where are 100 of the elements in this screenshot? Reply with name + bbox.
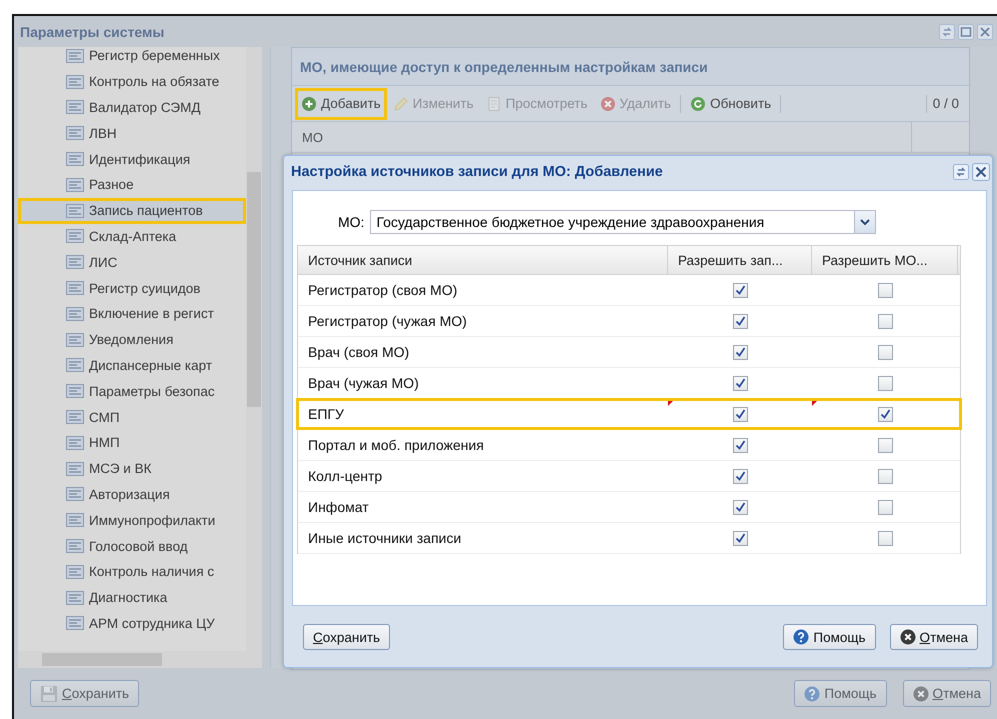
tree-item[interactable]: Включение в регист <box>18 300 246 327</box>
close-icon[interactable] <box>972 162 990 180</box>
tree-item[interactable]: Уведомления <box>18 326 246 353</box>
list-icon <box>66 383 84 400</box>
list-icon <box>66 538 84 554</box>
table-cell-text: ЕПГУ <box>307 405 345 424</box>
tree-item[interactable]: Диспансерные карт <box>18 352 246 378</box>
table-cell-text: Врач (чужая МО) <box>307 374 420 393</box>
horizontal-scrollbar[interactable] <box>18 651 262 668</box>
add-button[interactable]: Добавить <box>298 90 384 116</box>
list-icon <box>66 176 84 193</box>
tree-item[interactable]: Иммунопрофилакти <box>18 507 246 534</box>
tree-item[interactable]: Контроль наличия с <box>18 558 246 585</box>
mo-dropdown[interactable]: Государственное бюджетное учреждение здравоохранения <box>370 210 876 234</box>
tree-item[interactable]: МСЭ и ВК <box>18 456 246 482</box>
checkbox[interactable] <box>878 314 892 328</box>
document-icon <box>486 96 502 112</box>
table-cell-text: Регистратор (чужая МО) <box>307 312 468 331</box>
list-icon <box>66 615 84 632</box>
table-cell-text: Портал и моб. приложения <box>307 436 485 455</box>
swap-icon[interactable] <box>939 24 955 40</box>
list-icon <box>66 48 84 64</box>
checkbox[interactable] <box>732 344 748 360</box>
checkbox[interactable] <box>878 500 892 514</box>
tree-item[interactable]: Валидатор СЭМД <box>18 94 246 120</box>
tree-item[interactable]: НМП <box>18 430 246 456</box>
maximize-icon[interactable] <box>958 24 974 40</box>
refresh-icon <box>690 96 706 112</box>
list-icon <box>66 434 84 451</box>
tree-item[interactable]: СМП <box>18 404 246 430</box>
list-icon <box>66 99 84 116</box>
checkbox[interactable] <box>732 530 748 546</box>
list-icon <box>66 460 84 477</box>
list-icon <box>66 74 84 90</box>
tree-item[interactable]: Параметры безопас <box>18 378 246 404</box>
tree-item[interactable]: Контроль на обязате <box>18 68 246 95</box>
add-icon <box>301 96 317 112</box>
list-icon <box>66 280 84 296</box>
tree-item[interactable]: Разное <box>18 172 246 198</box>
table-cell-text: Врач (своя МО) <box>307 343 410 362</box>
checkbox[interactable] <box>878 376 892 390</box>
cancel-button[interactable]: Отмена <box>902 680 991 707</box>
tree-item[interactable]: АРМ сотрудника ЦУ <box>18 610 246 636</box>
checkbox[interactable] <box>732 314 748 328</box>
tree-item[interactable]: Склад-Аптека <box>18 224 246 250</box>
list-icon <box>66 125 84 142</box>
refresh-button[interactable]: Обновить <box>687 90 774 116</box>
list-icon <box>66 332 84 348</box>
table-cell-text: Иные источники записи <box>307 529 462 548</box>
pencil-icon <box>392 96 409 112</box>
cancel-icon <box>912 686 929 702</box>
list-icon <box>66 564 84 580</box>
tree-item[interactable]: Регистр суицидов <box>18 275 246 301</box>
dialog-title: Настройка источников записи для МО: Добавление <box>291 164 664 180</box>
checkbox[interactable] <box>732 406 748 422</box>
save-button[interactable]: Сохранить <box>303 624 390 650</box>
checkbox[interactable] <box>732 282 748 298</box>
list-icon <box>66 202 84 219</box>
vertical-scrollbar[interactable] <box>246 47 262 651</box>
checkbox[interactable] <box>878 344 892 360</box>
table-cell-text: Инфомат <box>307 498 370 517</box>
checkbox[interactable] <box>878 282 892 298</box>
checkbox[interactable] <box>732 438 748 452</box>
list-icon <box>66 228 84 244</box>
close-icon[interactable] <box>977 24 993 40</box>
list-icon <box>66 409 84 426</box>
list-icon <box>66 590 84 606</box>
checkbox[interactable] <box>878 530 892 546</box>
column-header[interactable]: МО <box>292 122 912 152</box>
tree-item[interactable]: Диагностика <box>18 584 246 611</box>
column-header[interactable]: Разрешить зап... <box>668 246 812 274</box>
tree-item[interactable]: Голосовой ввод <box>18 533 246 559</box>
table-cell-text: Регистратор (своя МО) <box>307 281 458 300</box>
tree-item[interactable]: Авторизация <box>18 482 246 508</box>
checkbox[interactable] <box>878 468 892 484</box>
tree-item[interactable]: Идентификация <box>18 146 246 172</box>
cancel-icon <box>900 629 916 645</box>
tree-item[interactable]: Запись пациентов <box>18 198 246 224</box>
list-icon <box>66 357 84 374</box>
table-cell-text: Колл-центр <box>307 467 384 486</box>
list-icon <box>66 254 84 270</box>
record-counter: 0 / 0 <box>932 96 960 111</box>
checkbox[interactable] <box>732 376 748 390</box>
checkbox[interactable] <box>878 438 892 452</box>
cancel-button[interactable]: Отмена <box>890 624 978 650</box>
window-title: Параметры системы <box>20 24 166 40</box>
help-button[interactable]: Помощь <box>783 624 876 650</box>
save-button[interactable]: Сохранить <box>30 680 140 707</box>
tree-item[interactable]: Регистр беременных <box>18 47 246 69</box>
help-button[interactable]: Помощь <box>794 680 887 707</box>
checkbox[interactable] <box>732 500 748 514</box>
tree-item[interactable]: ЛВН <box>18 120 246 146</box>
column-header[interactable]: Источник записи <box>298 246 668 274</box>
tree-item[interactable]: ЛИС <box>18 249 246 276</box>
swap-icon[interactable] <box>953 164 969 180</box>
delete-icon <box>600 96 616 112</box>
column-header[interactable]: Разрешить МО... <box>812 246 958 274</box>
checkbox[interactable] <box>878 406 892 422</box>
checkbox[interactable] <box>732 468 748 484</box>
field-label: МО: <box>338 214 364 230</box>
